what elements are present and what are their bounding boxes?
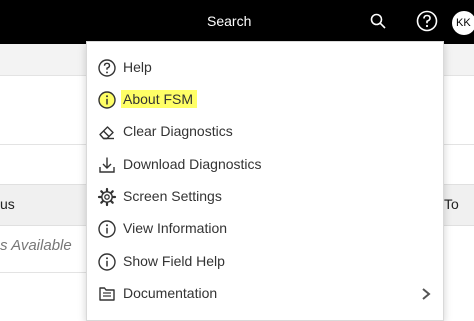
menu-item-view-information[interactable]: View Information: [87, 214, 443, 244]
info-icon: [98, 253, 116, 271]
menu-item-label: Clear Diagnostics: [123, 123, 233, 139]
search-label[interactable]: Search: [207, 13, 251, 29]
menu-item-documentation[interactable]: Documentation: [87, 279, 443, 309]
column-header-to[interactable]: To: [444, 196, 459, 212]
empty-state-text: s Available: [0, 237, 72, 254]
menu-item-label: Download Diagnostics: [123, 156, 262, 172]
menu-item-show-field-help[interactable]: Show Field Help: [87, 247, 443, 277]
menu-item-label: Documentation: [123, 285, 218, 301]
menu-item-label: Help: [123, 59, 152, 75]
search-icon[interactable]: [369, 12, 387, 30]
menu-item-label: View Information: [123, 220, 228, 236]
help-dropdown-menu: Help About FSM Clear Diagnostics Downloa…: [86, 41, 444, 321]
chevron-right-icon[interactable]: [419, 286, 433, 302]
top-bar: Search KK: [0, 0, 474, 44]
menu-item-help[interactable]: Help: [87, 53, 443, 83]
divider: [0, 272, 90, 273]
info-icon: [98, 220, 116, 238]
menu-item-download-diagnostics[interactable]: Download Diagnostics: [87, 150, 443, 180]
column-header-status[interactable]: us: [0, 196, 15, 212]
menu-item-label: Screen Settings: [123, 188, 222, 204]
help-circle-icon: [98, 59, 116, 77]
book-icon: [99, 287, 115, 301]
avatar[interactable]: KK: [452, 11, 474, 35]
menu-item-screen-settings[interactable]: Screen Settings: [87, 182, 443, 212]
info-icon: [98, 91, 116, 109]
menu-item-label: About FSM: [121, 90, 198, 108]
gear-icon: [97, 187, 117, 207]
menu-item-label: Show Field Help: [123, 253, 225, 269]
menu-item-clear-diagnostics[interactable]: Clear Diagnostics: [87, 117, 443, 147]
menu-item-about-fsm[interactable]: About FSM: [87, 85, 443, 115]
download-icon: [99, 157, 115, 173]
eraser-icon: [99, 126, 114, 140]
help-circle-icon[interactable]: [416, 10, 438, 32]
